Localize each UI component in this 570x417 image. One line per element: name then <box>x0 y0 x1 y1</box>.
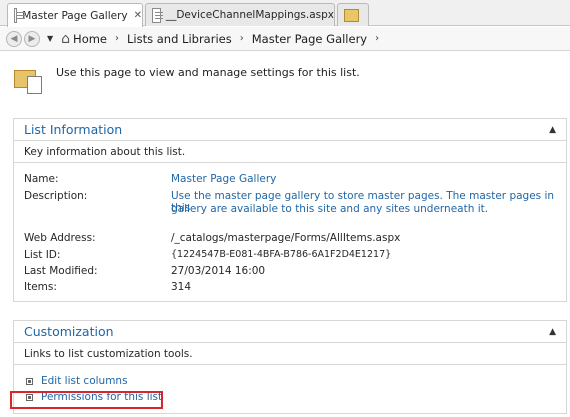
collapse-icon[interactable]: ▲ <box>549 327 556 337</box>
bullet-icon <box>26 377 33 385</box>
items-label: Items: <box>24 281 57 293</box>
description-label: Description: <box>24 190 88 202</box>
web-address-value: /_catalogs/masterpage/Forms/AllItems.asp… <box>171 232 401 244</box>
list-id-value: {1224547B-E081-4BFA-B786-6A1F2D4E1217} <box>171 249 392 260</box>
home-icon[interactable]: ⌂ <box>61 31 70 47</box>
forward-button[interactable]: ▶ <box>24 30 40 47</box>
list-id-label: List ID: <box>24 249 61 261</box>
edit-list-columns-link[interactable]: Edit list columns <box>26 375 128 387</box>
last-modified-label: Last Modified: <box>24 265 98 277</box>
breadcrumb-bar: ◀ ▶ ▼ ⌂ Home › Lists and Libraries › Mas… <box>0 27 570 51</box>
section-description: Links to list customization tools. <box>14 343 566 365</box>
grid-page-icon <box>152 7 163 23</box>
breadcrumb-lists-and-libraries[interactable]: Lists and Libraries <box>127 32 232 46</box>
breadcrumb-master-page-gallery[interactable]: Master Page Gallery <box>252 32 367 46</box>
page-icon <box>14 8 26 23</box>
section-header: Customization ▲ <box>14 321 566 343</box>
collapse-icon[interactable]: ▲ <box>549 125 556 135</box>
web-address-label: Web Address: <box>24 232 96 244</box>
history-dropdown-icon[interactable]: ▼ <box>47 34 53 43</box>
last-modified-value: 27/03/2014 16:00 <box>171 265 266 277</box>
tab-label: Master Page Gallery <box>22 9 128 22</box>
breadcrumb-separator-icon: › <box>239 33 244 44</box>
tab-device-channel-mappings[interactable]: __DeviceChannelMappings.aspx <box>145 3 335 26</box>
tab-bar: Master Page Gallery ✕ __DeviceChannelMap… <box>0 0 570 27</box>
items-value: 314 <box>171 281 192 293</box>
tab-label: __DeviceChannelMappings.aspx <box>165 9 334 21</box>
description-value-line2: gallery are available to this site and a… <box>171 203 489 215</box>
breadcrumb-separator-icon: › <box>115 33 120 44</box>
tab-master-page-gallery[interactable]: Master Page Gallery ✕ <box>7 3 143 27</box>
highlight-box <box>10 391 163 409</box>
page-intro: Use this page to view and manage setting… <box>14 64 360 94</box>
breadcrumb-separator-icon: › <box>375 33 380 44</box>
intro-text: Use this page to view and manage setting… <box>56 66 360 79</box>
section-description: Key information about this list. <box>14 141 566 163</box>
name-value[interactable]: Master Page Gallery <box>171 173 276 185</box>
list-settings-icon <box>14 64 44 94</box>
section-title: List Information <box>24 122 123 137</box>
link-label: Edit list columns <box>41 375 128 387</box>
breadcrumb-home[interactable]: Home <box>73 32 107 46</box>
section-header: List Information ▲ <box>14 119 566 141</box>
tab-new[interactable] <box>337 3 369 26</box>
name-label: Name: <box>24 173 59 185</box>
list-information-section: List Information ▲ Key information about… <box>13 118 567 302</box>
section-title: Customization <box>24 324 114 339</box>
close-icon[interactable]: ✕ <box>134 10 142 21</box>
back-button[interactable]: ◀ <box>6 30 22 47</box>
new-tab-icon <box>344 8 359 22</box>
